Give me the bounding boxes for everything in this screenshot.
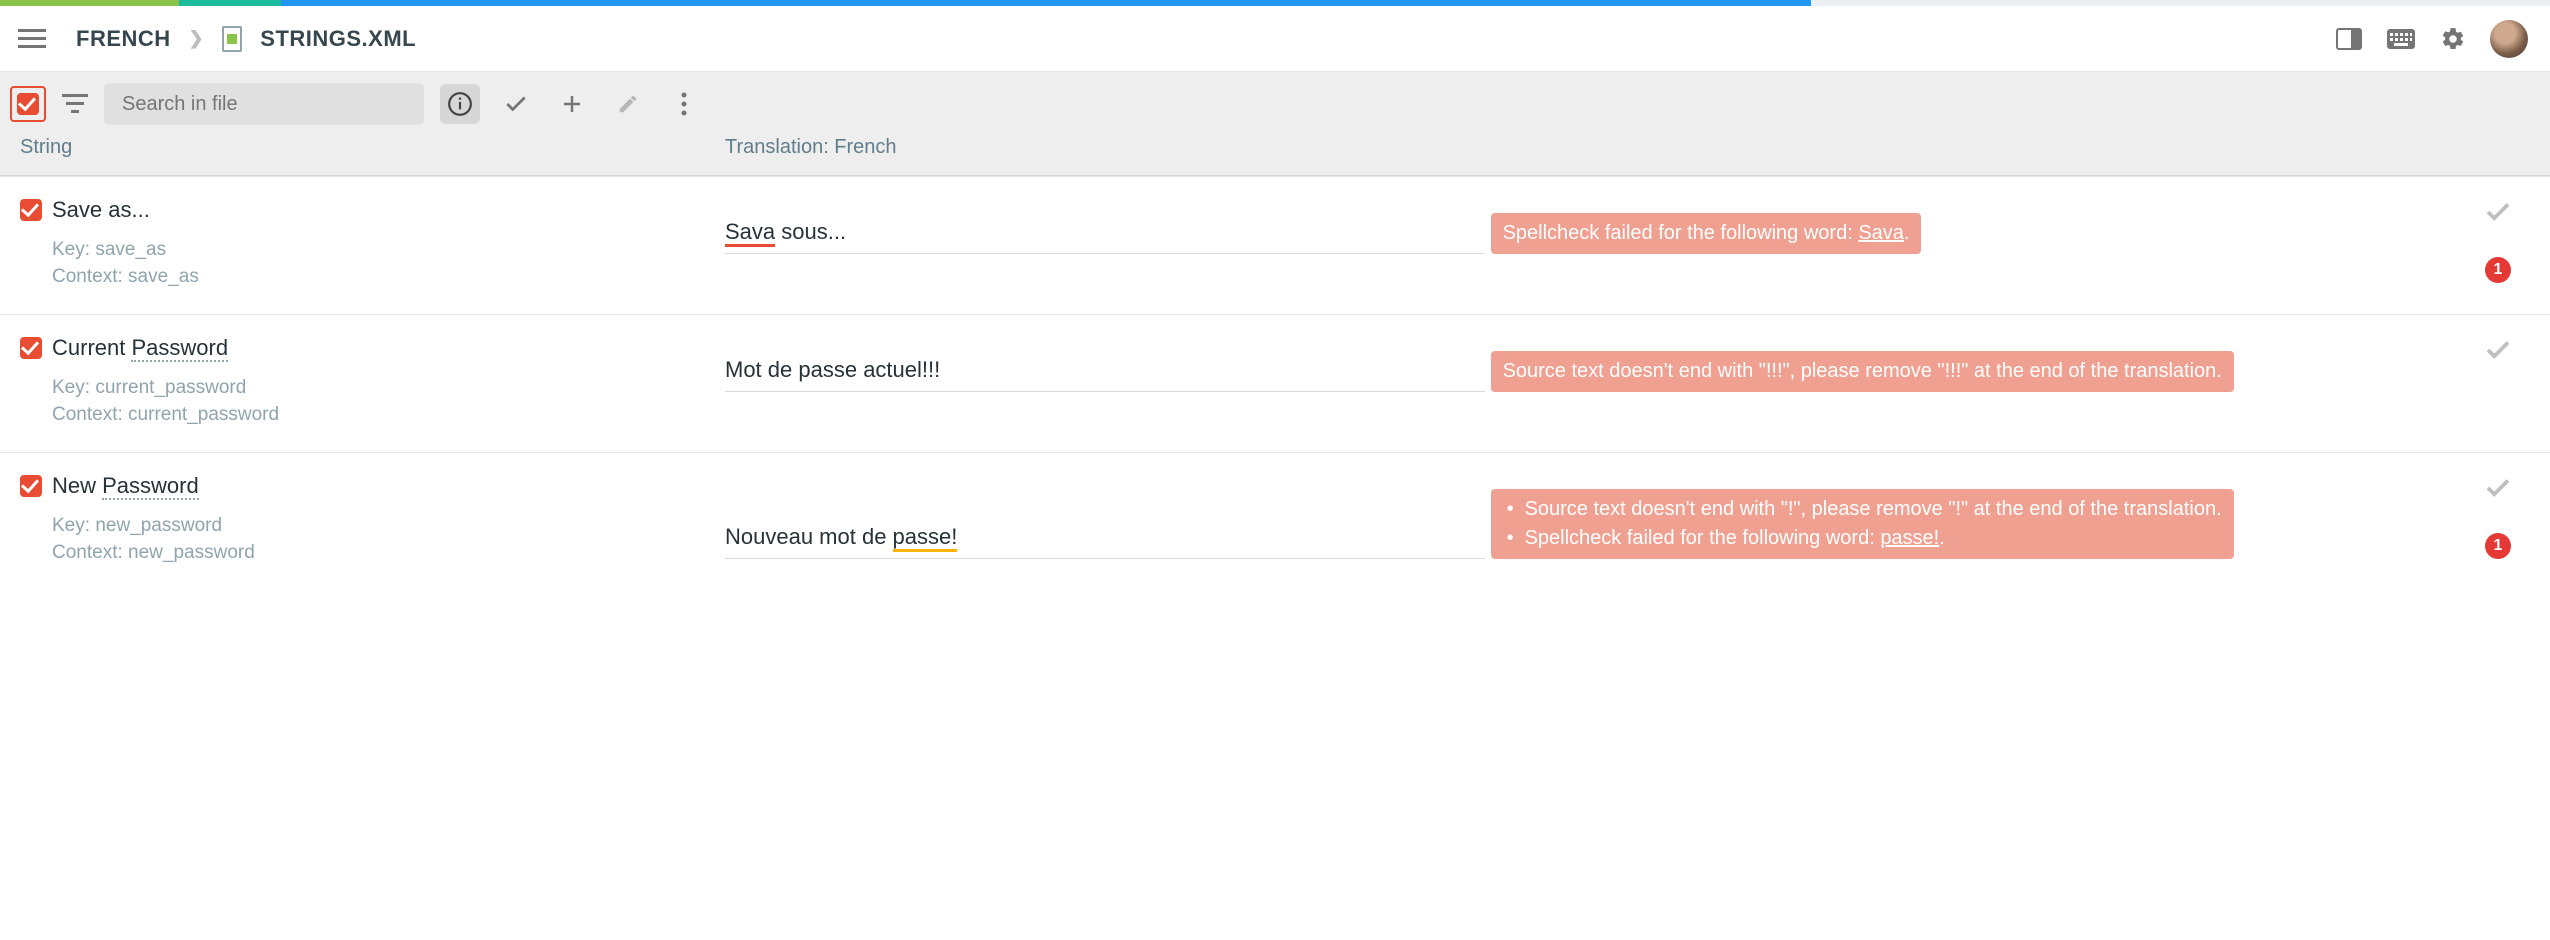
breadcrumb-language[interactable]: FRENCH: [76, 26, 171, 52]
keyboard-icon[interactable]: [2386, 24, 2416, 54]
row-checkbox[interactable]: [20, 337, 42, 359]
issue-badge[interactable]: 1: [2485, 533, 2511, 559]
strings-list: Save as... Key: save_as Context: save_as…: [0, 176, 2550, 591]
column-header-string: String: [20, 136, 725, 159]
column-header-translation: Translation: French: [725, 136, 2530, 159]
approve-button[interactable]: [2483, 473, 2513, 503]
file-icon: [222, 26, 242, 52]
table-row[interactable]: Save as... Key: save_as Context: save_as…: [0, 176, 2550, 314]
info-icon[interactable]: [440, 84, 480, 124]
plus-icon[interactable]: [552, 84, 592, 124]
edit-icon[interactable]: [608, 84, 648, 124]
breadcrumb: FRENCH ❯ STRINGS.XML: [76, 26, 416, 52]
issue-badge[interactable]: 1: [2485, 257, 2511, 283]
menu-icon[interactable]: [18, 25, 46, 53]
approve-button[interactable]: [2483, 197, 2513, 227]
avatar[interactable]: [2490, 20, 2528, 58]
translation-text[interactable]: Mot de passe actuel!!!: [725, 357, 1485, 392]
qa-warning: Spellcheck failed for the following word…: [1491, 213, 1922, 254]
panel-toggle-icon[interactable]: [2334, 24, 2364, 54]
table-row[interactable]: New Password Key: new_password Context: …: [0, 452, 2550, 590]
string-meta: Key: save_as Context: save_as: [52, 237, 725, 290]
chevron-right-icon: ❯: [189, 28, 205, 49]
table-row[interactable]: Current Password Key: current_password C…: [0, 314, 2550, 452]
source-text: Save as...: [52, 197, 725, 223]
string-meta: Key: new_password Context: new_password: [52, 513, 725, 566]
qa-warning: Source text doesn't end with "!", please…: [1491, 489, 2234, 559]
qa-warning: Source text doesn't end with "!!!", plea…: [1491, 351, 2234, 392]
breadcrumb-file[interactable]: STRINGS.XML: [260, 26, 416, 52]
approve-button[interactable]: [2483, 335, 2513, 365]
row-checkbox[interactable]: [20, 199, 42, 221]
translation-text[interactable]: Sava sous...: [725, 219, 1485, 254]
search-input[interactable]: [104, 83, 424, 125]
source-text: Current Password: [52, 335, 725, 361]
progress-bar: [0, 0, 2550, 6]
search-input-field[interactable]: [120, 92, 408, 117]
approve-icon[interactable]: [496, 84, 536, 124]
string-meta: Key: current_password Context: current_p…: [52, 375, 725, 428]
more-icon[interactable]: [664, 84, 704, 124]
row-checkbox[interactable]: [20, 475, 42, 497]
toolbar: String Translation: French: [0, 72, 2550, 176]
gear-icon[interactable]: [2438, 24, 2468, 54]
topbar: FRENCH ❯ STRINGS.XML: [0, 6, 2550, 72]
translation-text[interactable]: Nouveau mot de passe!: [725, 524, 1485, 559]
select-all-checkbox[interactable]: [10, 86, 46, 122]
source-text: New Password: [52, 473, 725, 499]
filter-icon[interactable]: [62, 94, 88, 114]
